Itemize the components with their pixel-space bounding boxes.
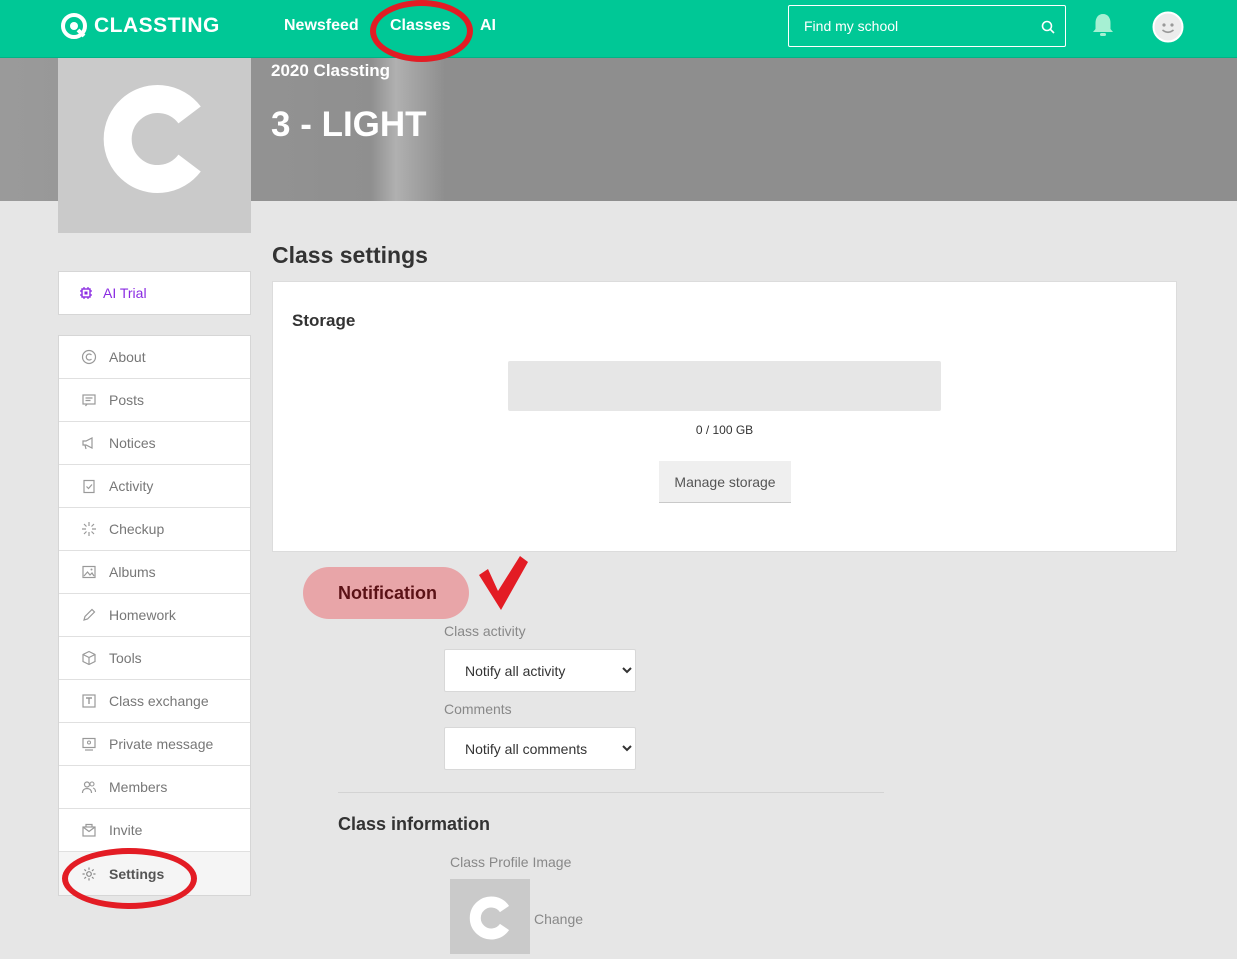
invite-icon — [82, 823, 96, 837]
class-information-title: Class information — [338, 814, 491, 834]
manage-storage-button[interactable]: Manage storage — [659, 461, 791, 503]
brand-logo[interactable]: CLASSTING — [60, 12, 220, 40]
class-sidebar-menu: About Posts Notices Activity Checkup Alb… — [58, 335, 251, 896]
sidebar-item-label: Activity — [109, 478, 154, 494]
avatar[interactable] — [1152, 11, 1184, 43]
ai-trial-button[interactable]: AI Trial — [58, 271, 251, 315]
comments-label: Comments — [444, 701, 512, 717]
classting-c-logo-icon — [469, 896, 510, 940]
cube-icon — [82, 650, 96, 666]
sidebar-item-label: Checkup — [109, 521, 165, 537]
sidebar-item-private-message[interactable]: Private message — [59, 723, 250, 766]
message-icon — [82, 737, 96, 751]
pencil-icon — [83, 608, 96, 621]
clipboard-check-icon — [83, 479, 95, 494]
chip-icon — [80, 287, 92, 299]
notification-title: Notification — [338, 583, 437, 603]
ai-trial-label: AI Trial — [103, 285, 147, 301]
members-icon — [81, 781, 97, 794]
classting-logo-icon — [61, 13, 87, 39]
sidebar-item-homework[interactable]: Homework — [59, 594, 250, 637]
classting-c-logo-icon — [103, 85, 201, 193]
school-search — [788, 5, 1066, 47]
sidebar-item-label: Class exchange — [109, 693, 209, 709]
exchange-icon — [82, 694, 96, 708]
section-divider — [338, 792, 884, 793]
sidebar-item-label: About — [109, 349, 146, 365]
storage-title: Storage — [292, 311, 356, 330]
sidebar-item-invite[interactable]: Invite — [59, 809, 250, 852]
storage-usage-bar — [508, 361, 941, 411]
sidebar-item-class-exchange[interactable]: Class exchange — [59, 680, 250, 723]
comments-select[interactable]: Notify all comments — [444, 727, 636, 770]
posts-icon — [82, 394, 96, 407]
sidebar-item-label: Notices — [109, 435, 156, 451]
school-name: 2020 Classting — [271, 61, 391, 80]
sidebar-item-posts[interactable]: Posts — [59, 379, 250, 422]
sidebar-item-checkup[interactable]: Checkup — [59, 508, 250, 551]
sidebar-item-notices[interactable]: Notices — [59, 422, 250, 465]
class-profile-image — [58, 58, 251, 233]
brand-name: CLASSTING — [94, 14, 220, 37]
sidebar-item-label: Homework — [109, 607, 176, 623]
megaphone-icon — [82, 437, 93, 450]
search-input[interactable] — [789, 6, 1029, 46]
sidebar-item-label: Posts — [109, 392, 145, 408]
sidebar-item-members[interactable]: Members — [59, 766, 250, 809]
annotation-ring-settings — [62, 848, 197, 909]
top-navigation-bar: CLASSTING Newsfeed Classes AI — [0, 0, 1237, 58]
change-profile-image-link[interactable]: Change — [534, 911, 583, 927]
image-icon — [82, 565, 96, 579]
class-name: 3 - LIGHT — [271, 105, 427, 144]
sidebar-item-label: Invite — [109, 822, 143, 838]
sidebar-item-about[interactable]: About — [59, 336, 250, 379]
bell-icon[interactable] — [1090, 12, 1116, 38]
class-profile-image-label: Class Profile Image — [450, 854, 572, 870]
storage-card: Storage 0 / 100 GB Manage storage — [272, 281, 1177, 552]
sidebar-item-label: Tools — [109, 650, 142, 666]
storage-usage-text: 0 / 100 GB — [695, 423, 754, 437]
copyright-icon — [81, 349, 97, 365]
sidebar-item-label: Members — [109, 779, 168, 795]
class-activity-select[interactable]: Notify all activity — [444, 649, 636, 692]
annotation-ring-classes — [370, 0, 473, 62]
sidebar-item-label: Albums — [109, 564, 156, 580]
nav-newsfeed[interactable]: Newsfeed — [284, 17, 359, 35]
class-profile-thumbnail — [450, 879, 530, 954]
page-title: Class settings — [272, 242, 428, 268]
checkmark-annotation-icon — [479, 556, 528, 610]
sidebar-item-label: Private message — [109, 736, 214, 752]
search-icon[interactable] — [1041, 20, 1055, 34]
nav-ai[interactable]: AI — [480, 17, 496, 35]
sidebar-item-activity[interactable]: Activity — [59, 465, 250, 508]
sidebar-item-albums[interactable]: Albums — [59, 551, 250, 594]
class-activity-label: Class activity — [444, 623, 526, 639]
sidebar-item-tools[interactable]: Tools — [59, 637, 250, 680]
sparkle-icon — [82, 522, 96, 536]
